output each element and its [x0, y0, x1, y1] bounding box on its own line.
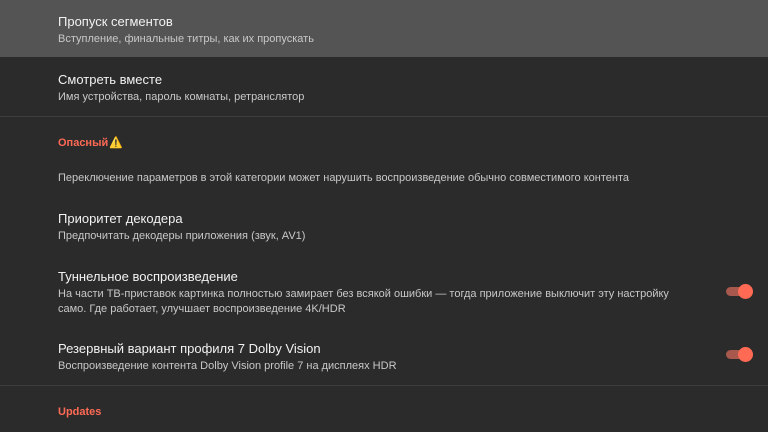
toggle-thumb [738, 284, 753, 299]
warning-icon: ⚠️ [109, 137, 123, 149]
section-divider [0, 116, 768, 117]
dolby-vision-subtitle: Воспроизведение контента Dolby Vision pr… [58, 360, 397, 372]
settings-item-skip-segments[interactable]: Пропуск сегментов Вступление, финальные … [0, 0, 768, 57]
section-divider [0, 385, 768, 386]
dolby-vision-toggle[interactable] [726, 347, 753, 362]
watch-together-subtitle: Имя устройства, пароль комнаты, ретрансл… [58, 91, 305, 103]
danger-category-note: Переключение параметров в этой категории… [58, 172, 629, 184]
settings-item-decoder-priority[interactable]: Приоритет декодера Предпочитать декодеры… [0, 198, 768, 250]
settings-screen: Пропуск сегментов Вступление, финальные … [0, 0, 768, 432]
category-header-updates: Updates [58, 406, 102, 418]
dolby-vision-title: Резервный вариант профиля 7 Dolby Vision [58, 341, 321, 356]
category-danger-label: Опасный [58, 137, 109, 149]
watch-together-title: Смотреть вместе [58, 72, 163, 87]
toggle-thumb [738, 347, 753, 362]
category-header-danger: Опасный⚠️ [58, 136, 123, 150]
skip-segments-title: Пропуск сегментов [58, 14, 173, 29]
settings-item-tunneling[interactable]: Туннельное воспроизведение На части ТВ-п… [0, 256, 768, 324]
tunneling-subtitle: На части ТВ-приставок картинка полностью… [58, 288, 669, 315]
decoder-priority-title: Приоритет декодера [58, 211, 183, 226]
tunneling-toggle[interactable] [726, 284, 753, 299]
settings-item-watch-together[interactable]: Смотреть вместе Имя устройства, пароль к… [0, 57, 768, 115]
decoder-priority-subtitle: Предпочитать декодеры приложения (звук, … [58, 230, 306, 242]
skip-segments-subtitle: Вступление, финальные титры, как их проп… [58, 33, 314, 45]
tunneling-title: Туннельное воспроизведение [58, 269, 238, 284]
settings-item-dolby-vision[interactable]: Резервный вариант профиля 7 Dolby Vision… [0, 328, 768, 380]
